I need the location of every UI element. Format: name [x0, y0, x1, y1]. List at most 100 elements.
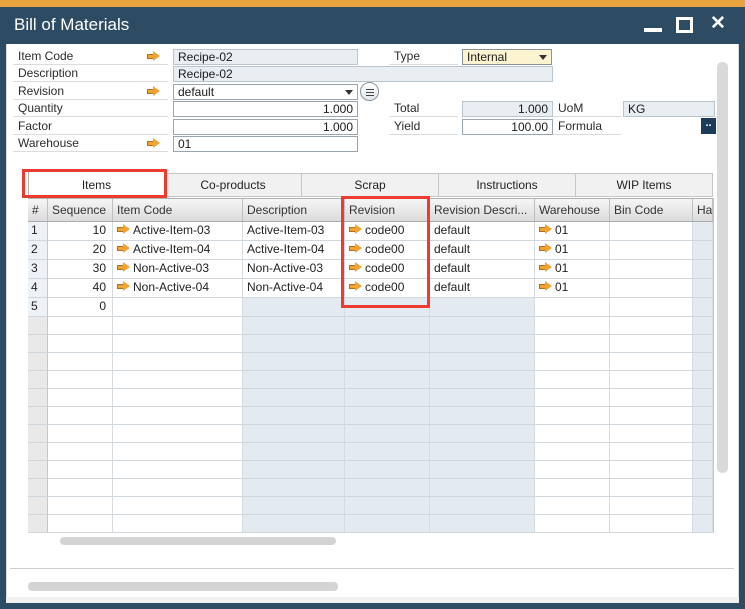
cell-bin_code[interactable] [610, 479, 693, 497]
cell-revision[interactable] [345, 335, 430, 353]
cell-revision[interactable] [345, 461, 430, 479]
cell-num[interactable]: 2 [28, 241, 48, 260]
window-vertical-scrollbar-thumb[interactable] [717, 62, 728, 473]
close-icon[interactable]: ✕ [706, 11, 730, 37]
cell-num[interactable] [28, 461, 48, 479]
cell-revision_desc[interactable] [430, 497, 535, 515]
warehouse-field[interactable]: 01 [173, 136, 358, 152]
cell-num[interactable] [28, 353, 48, 371]
cell-revision_desc[interactable] [430, 515, 535, 533]
cell-link-arrow-icon[interactable] [349, 243, 362, 254]
cell-revision_desc[interactable] [430, 389, 535, 407]
cell-bin_code[interactable] [610, 461, 693, 479]
cell-num[interactable] [28, 515, 48, 533]
revision-menu-button[interactable] [360, 82, 379, 101]
uom-field[interactable]: KG [623, 101, 715, 117]
cell-link-arrow-icon[interactable] [117, 243, 130, 254]
cell-sequence[interactable] [48, 317, 113, 335]
cell-bin_code[interactable] [610, 443, 693, 461]
cell-sequence[interactable] [48, 353, 113, 371]
warehouse-link-arrow-icon[interactable] [147, 138, 160, 149]
cell-sequence[interactable] [48, 515, 113, 533]
cell-sequence[interactable] [48, 497, 113, 515]
tab-instructions[interactable]: Instructions [439, 173, 576, 197]
cell-revision[interactable] [345, 497, 430, 515]
column-header-revision_desc[interactable]: Revision Descri... [430, 199, 535, 221]
cell-revision_desc[interactable]: default [430, 222, 535, 241]
cell-ha[interactable] [693, 425, 713, 443]
cell-num[interactable]: 4 [28, 279, 48, 298]
cell-warehouse[interactable] [535, 407, 610, 425]
column-header-description[interactable]: Description [243, 199, 345, 221]
column-header-item_code[interactable]: Item Code [113, 199, 243, 221]
cell-description[interactable]: Non-Active-04 [243, 279, 345, 298]
cell-description[interactable] [243, 317, 345, 335]
cell-bin_code[interactable] [610, 407, 693, 425]
cell-item_code[interactable] [113, 353, 243, 371]
cell-sequence[interactable]: 20 [48, 241, 113, 260]
cell-revision[interactable] [345, 425, 430, 443]
cell-item_code[interactable]: Non-Active-04 [113, 279, 243, 298]
cell-warehouse[interactable] [535, 443, 610, 461]
cell-bin_code[interactable] [610, 317, 693, 335]
cell-bin_code[interactable] [610, 298, 693, 317]
cell-num[interactable]: 5 [28, 298, 48, 317]
cell-warehouse[interactable] [535, 353, 610, 371]
cell-num[interactable] [28, 497, 48, 515]
cell-description[interactable] [243, 389, 345, 407]
cell-revision[interactable]: code00 [345, 222, 430, 241]
cell-revision[interactable] [345, 371, 430, 389]
cell-sequence[interactable] [48, 443, 113, 461]
cell-description[interactable] [243, 479, 345, 497]
cell-sequence[interactable]: 10 [48, 222, 113, 241]
cell-revision[interactable] [345, 353, 430, 371]
cell-revision_desc[interactable] [430, 317, 535, 335]
cell-warehouse[interactable] [535, 389, 610, 407]
cell-item_code[interactable] [113, 298, 243, 317]
cell-ha[interactable] [693, 497, 713, 515]
cell-revision_desc[interactable] [430, 425, 535, 443]
cell-item_code[interactable] [113, 335, 243, 353]
cell-warehouse[interactable] [535, 479, 610, 497]
cell-revision_desc[interactable] [430, 371, 535, 389]
cell-ha[interactable] [693, 241, 713, 260]
factor-field[interactable]: 1.000 [173, 119, 358, 135]
cell-item_code[interactable] [113, 479, 243, 497]
cell-link-arrow-icon[interactable] [539, 224, 552, 235]
cell-warehouse[interactable]: 01 [535, 241, 610, 260]
cell-ha[interactable] [693, 407, 713, 425]
cell-description[interactable] [243, 407, 345, 425]
cell-ha[interactable] [693, 443, 713, 461]
cell-sequence[interactable] [48, 479, 113, 497]
cell-link-arrow-icon[interactable] [349, 281, 362, 292]
cell-sequence[interactable]: 40 [48, 279, 113, 298]
cell-revision[interactable]: code00 [345, 241, 430, 260]
cell-description[interactable] [243, 425, 345, 443]
cell-bin_code[interactable] [610, 335, 693, 353]
cell-item_code[interactable] [113, 371, 243, 389]
cell-warehouse[interactable] [535, 461, 610, 479]
cell-revision_desc[interactable] [430, 353, 535, 371]
cell-sequence[interactable] [48, 407, 113, 425]
cell-item_code[interactable] [113, 497, 243, 515]
tab-wip-items[interactable]: WIP Items [576, 173, 713, 197]
column-header-warehouse[interactable]: Warehouse [535, 199, 610, 221]
cell-num[interactable]: 1 [28, 222, 48, 241]
cell-ha[interactable] [693, 353, 713, 371]
cell-revision_desc[interactable] [430, 407, 535, 425]
cell-revision_desc[interactable] [430, 443, 535, 461]
cell-description[interactable] [243, 515, 345, 533]
cell-warehouse[interactable]: 01 [535, 279, 610, 298]
cell-item_code[interactable] [113, 461, 243, 479]
cell-warehouse[interactable] [535, 317, 610, 335]
yield-field[interactable]: 100.00 [462, 119, 553, 135]
cell-bin_code[interactable] [610, 497, 693, 515]
description-field[interactable]: Recipe-02 [173, 66, 553, 82]
cell-warehouse[interactable] [535, 497, 610, 515]
tab-scrap[interactable]: Scrap [302, 173, 439, 197]
formula-button[interactable]: .. [701, 118, 716, 134]
cell-revision_desc[interactable] [430, 461, 535, 479]
cell-item_code[interactable] [113, 515, 243, 533]
cell-bin_code[interactable] [610, 371, 693, 389]
cell-revision_desc[interactable]: default [430, 279, 535, 298]
